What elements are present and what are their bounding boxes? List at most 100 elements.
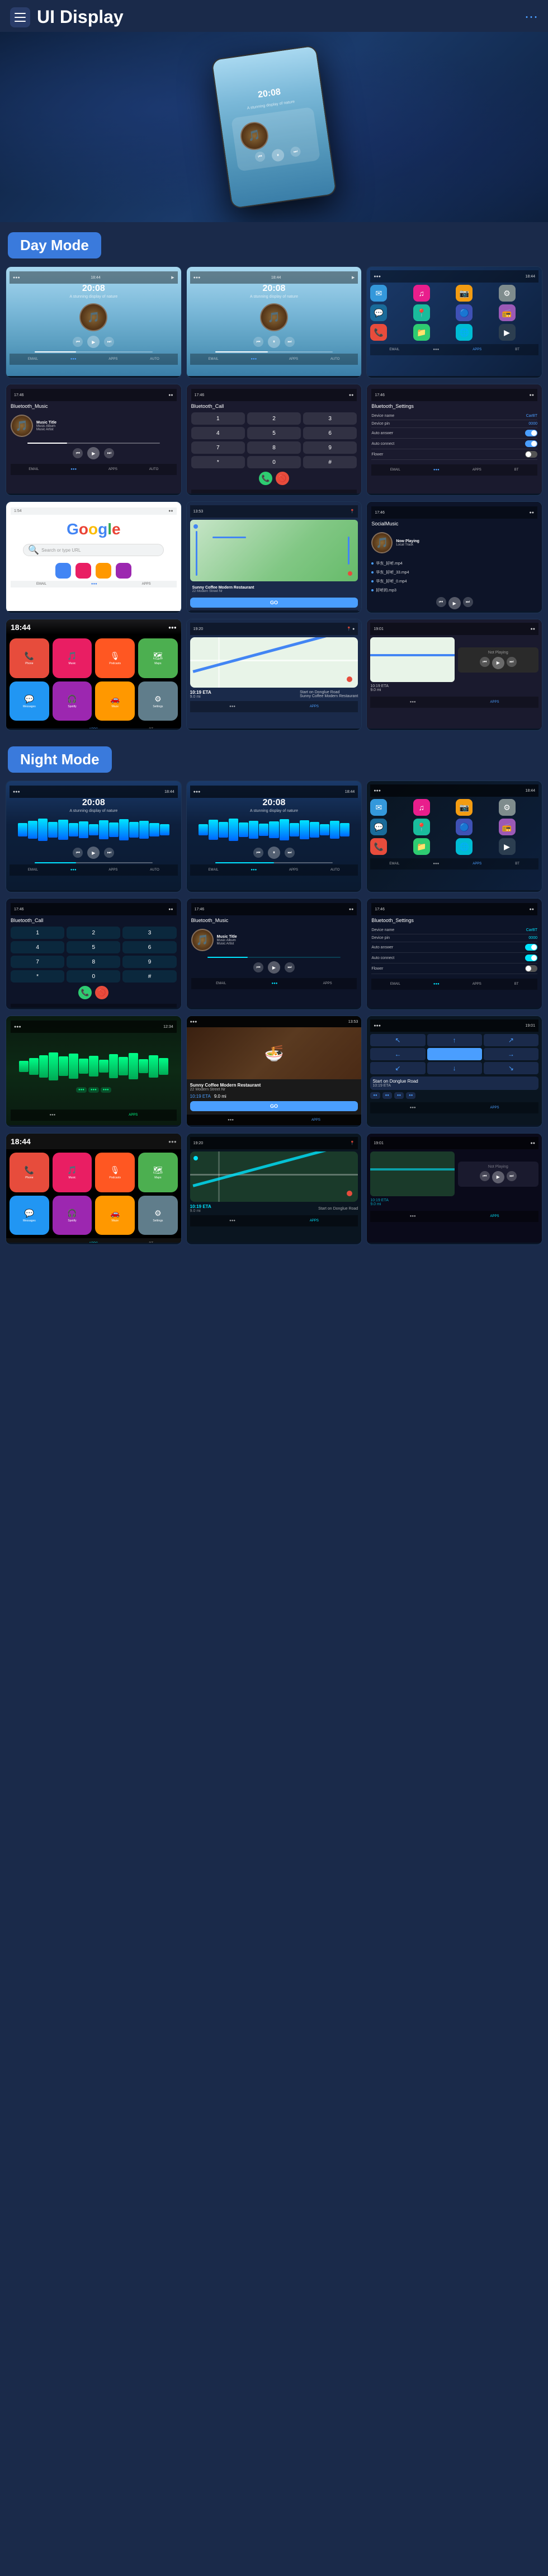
night-app-video[interactable]: ▶ <box>499 838 516 855</box>
night-app-radio[interactable]: 📻 <box>499 819 516 835</box>
night-dial-hash[interactable]: # <box>122 970 176 983</box>
night-np-prev[interactable]: ⏮ <box>480 1171 490 1181</box>
nav-ctrl-2[interactable]: ●● <box>382 1092 392 1099</box>
cp-waze[interactable]: 🚗Waze <box>95 681 135 721</box>
flower-toggle[interactable] <box>525 451 537 458</box>
np-next[interactable]: ⏭ <box>507 657 517 667</box>
dial-3[interactable]: 3 <box>303 412 357 425</box>
night-dial-3[interactable]: 3 <box>122 927 176 939</box>
cp-messages[interactable]: 💬Messages <box>10 681 49 721</box>
np-play[interactable]: ▶ <box>492 657 504 669</box>
night-app-messages[interactable]: ✉ <box>370 799 387 816</box>
night-bt-play[interactable]: ▶ <box>268 961 280 974</box>
google-search-bar[interactable]: 🔍 Search or type URL <box>23 544 164 556</box>
app-icon-files[interactable]: 📁 <box>413 324 430 341</box>
dial-4[interactable]: 4 <box>191 427 245 439</box>
wave-btn-3[interactable]: ●●● <box>101 1087 111 1093</box>
app-icon-maps[interactable]: 📍 <box>413 304 430 321</box>
night-flower-toggle[interactable] <box>525 965 537 972</box>
night-app-maps[interactable]: 📍 <box>413 819 430 835</box>
auto-answer-toggle[interactable] <box>525 430 537 436</box>
nav-up-left[interactable]: ↖ <box>370 1034 425 1046</box>
hamburger-icon[interactable] <box>10 7 30 27</box>
call-accept-btn[interactable]: 📞 <box>259 472 272 485</box>
cp-music[interactable]: 🎵Music <box>53 638 92 678</box>
app-icon-phone[interactable]: 📞 <box>370 324 387 341</box>
night-auto-connect-toggle[interactable] <box>525 955 537 961</box>
night-dial-1[interactable]: 1 <box>11 927 64 939</box>
bt-play[interactable]: ▶ <box>87 447 100 459</box>
night-app-phone[interactable]: 📞 <box>370 838 387 855</box>
night-next-2[interactable]: ⏭ <box>285 848 295 858</box>
dial-2[interactable]: 2 <box>247 412 301 425</box>
night-prev-1[interactable]: ⏮ <box>73 848 83 858</box>
night-dial-star[interactable]: * <box>11 970 64 983</box>
app-icon-music[interactable]: ♫ <box>413 285 430 302</box>
day-prev-1[interactable]: ⏮ <box>73 337 83 347</box>
social-next[interactable]: ⏭ <box>463 597 473 607</box>
app-icon-video[interactable]: ▶ <box>499 324 516 341</box>
night-cp-waze[interactable]: 🚗Waze <box>95 1196 135 1235</box>
night-np-play[interactable]: ▶ <box>492 1171 504 1183</box>
day-next-1[interactable]: ⏭ <box>104 337 114 347</box>
call-reject-btn[interactable]: 🚫 <box>276 472 289 485</box>
nav-ctrl-1[interactable]: ●● <box>370 1092 380 1099</box>
nav-ctrl-4[interactable]: ●● <box>406 1092 415 1099</box>
night-app-bt[interactable]: 🔵 <box>456 819 473 835</box>
nav-right[interactable]: → <box>484 1048 538 1060</box>
nav-left[interactable]: ← <box>370 1048 425 1060</box>
np-prev[interactable]: ⏮ <box>480 657 490 667</box>
hero-next-btn[interactable]: ⏭ <box>290 145 301 157</box>
local-song-4[interactable]: 好听的.mp3 <box>371 586 537 595</box>
nav-up[interactable]: ↑ <box>427 1034 482 1046</box>
social-play[interactable]: ▶ <box>448 597 461 609</box>
dial-7[interactable]: 7 <box>191 441 245 454</box>
night-dial-9[interactable]: 9 <box>122 956 176 968</box>
day-prev-2[interactable]: ⏮ <box>253 337 263 347</box>
nav-up-right[interactable]: ↗ <box>484 1034 538 1046</box>
night-app-wechat[interactable]: 💬 <box>370 819 387 835</box>
dots-menu-icon[interactable]: ⋯ <box>525 9 538 25</box>
hero-prev-btn[interactable]: ⏮ <box>254 151 266 162</box>
dial-8[interactable]: 8 <box>247 441 301 454</box>
cp-maps[interactable]: 🗺Maps <box>138 638 178 678</box>
food-go-btn[interactable]: GO <box>190 1101 358 1111</box>
dial-6[interactable]: 6 <box>303 427 357 439</box>
night-cp-spotify[interactable]: 🎧Spotify <box>53 1196 92 1235</box>
cp-settings[interactable]: ⚙Settings <box>138 681 178 721</box>
app-icon-wechat[interactable]: 💬 <box>370 304 387 321</box>
dial-0[interactable]: 0 <box>247 456 301 468</box>
night-dial-6[interactable]: 6 <box>122 941 176 953</box>
dial-star[interactable]: * <box>191 456 245 468</box>
app-icon-messages[interactable]: ✉ <box>370 285 387 302</box>
night-dial-0[interactable]: 0 <box>67 970 120 983</box>
app-icon-settings[interactable]: ⚙ <box>499 285 516 302</box>
night-app-photos[interactable]: 📷 <box>456 799 473 816</box>
night-dial-7[interactable]: 7 <box>11 956 64 968</box>
local-song-3[interactable]: 华东_好听_0.mp4 <box>371 577 537 586</box>
day-pause-2[interactable]: ⏸ <box>268 336 280 348</box>
night-auto-answer-toggle[interactable] <box>525 944 537 951</box>
nav-down-left[interactable]: ↙ <box>370 1062 425 1074</box>
google-music-app[interactable] <box>75 563 91 579</box>
app-icon-bt[interactable]: 🔵 <box>456 304 473 321</box>
dial-1[interactable]: 1 <box>191 412 245 425</box>
night-cp-phone[interactable]: 📞Phone <box>10 1153 49 1192</box>
cp-spotify[interactable]: 🎧Spotify <box>53 681 92 721</box>
night-cp-messages[interactable]: 💬Messages <box>10 1196 49 1235</box>
night-cp-settings[interactable]: ⚙Settings <box>138 1196 178 1235</box>
night-call-accept[interactable]: 📞 <box>78 986 92 999</box>
night-pause-2[interactable]: ⏸ <box>268 847 280 859</box>
day-play-1[interactable]: ▶ <box>87 336 100 348</box>
dial-hash[interactable]: # <box>303 456 357 468</box>
bt-next[interactable]: ⏭ <box>104 448 114 458</box>
night-app-music[interactable]: ♫ <box>413 799 430 816</box>
social-prev[interactable]: ⏮ <box>436 597 446 607</box>
night-cp-podcasts[interactable]: 🎙Podcasts <box>95 1153 135 1192</box>
night-dial-8[interactable]: 8 <box>67 956 120 968</box>
nav-ctrl-3[interactable]: ●● <box>394 1092 404 1099</box>
day-next-2[interactable]: ⏭ <box>285 337 295 347</box>
night-dial-5[interactable]: 5 <box>67 941 120 953</box>
hero-pause-btn[interactable]: ⏸ <box>271 148 285 162</box>
dial-5[interactable]: 5 <box>247 427 301 439</box>
